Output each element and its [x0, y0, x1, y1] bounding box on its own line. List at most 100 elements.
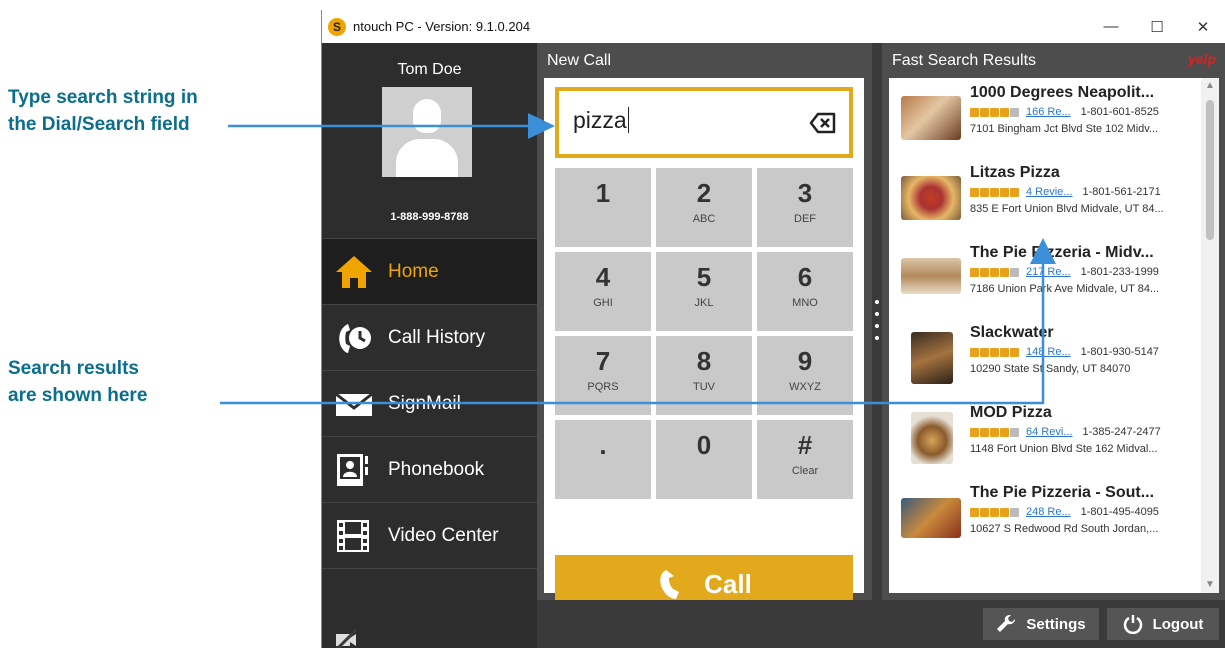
annotation-line: the Dial/Search field: [8, 114, 190, 135]
reviews-link[interactable]: 148 Re...: [1026, 346, 1071, 358]
nav-label: SignMail: [388, 392, 461, 414]
result-name: Slackwater: [970, 324, 1054, 341]
key-hash-clear[interactable]: # Clear: [757, 420, 853, 499]
restaurant-thumbnail: [901, 96, 961, 140]
key-1[interactable]: 1: [555, 168, 651, 247]
film-icon: [334, 516, 376, 556]
yelp-logo: yelp: [1187, 51, 1216, 67]
annotation-line: Type search string in: [8, 87, 198, 108]
result-item[interactable]: The Pie Pizzeria - Midv... 217 Re... 1-80…: [889, 244, 1201, 324]
ntouch-window: S ntouch PC - Version: 9.1.0.204 — ☐ ✕ T…: [321, 10, 1225, 648]
dial-search-value: pizza: [573, 107, 627, 133]
power-icon: [1123, 614, 1143, 635]
nav-label: Call History: [388, 326, 486, 348]
rating-stars: [970, 347, 1020, 357]
key-2[interactable]: 2 ABC: [656, 168, 752, 247]
phonebook-icon: [334, 450, 376, 490]
result-phone: 1-801-495-4095: [1080, 506, 1159, 518]
restaurant-thumbnail: [901, 498, 961, 538]
scroll-down-icon[interactable]: ▼: [1201, 577, 1219, 593]
result-name: Litzas Pizza: [970, 164, 1060, 181]
result-meta: 64 Revi... 1-385-247-2477: [970, 426, 1161, 438]
window-title: ntouch PC - Version: 9.1.0.204: [353, 19, 531, 34]
dial-search-input[interactable]: pizza: [573, 107, 629, 134]
restaurant-thumbnail: [901, 176, 961, 220]
scroll-thumb[interactable]: [1206, 100, 1214, 240]
reviews-link[interactable]: 4 Revie...: [1026, 186, 1072, 198]
result-meta: 148 Re... 1-801-930-5147: [970, 346, 1159, 358]
result-name: MOD Pizza: [970, 404, 1052, 421]
key-8[interactable]: 8 TUV: [656, 336, 752, 415]
dial-search-field[interactable]: pizza: [555, 87, 853, 158]
result-item[interactable]: The Pie Pizzeria - Sout... 248 Re... 1-80…: [889, 484, 1201, 564]
app-logo-icon: S: [328, 17, 346, 36]
profile-name: Tom Doe: [397, 61, 462, 78]
result-name: The Pie Pizzeria - Sout...: [970, 484, 1155, 501]
new-call-title: New Call: [547, 52, 612, 69]
envelope-icon: [334, 384, 376, 424]
nav-label: Video Center: [388, 524, 499, 546]
result-phone: 1-801-601-8525: [1080, 106, 1159, 118]
result-item[interactable]: MOD Pizza 64 Revi... 1-385-247-2477 1148 …: [889, 404, 1201, 484]
results-scrollbar[interactable]: ▲ ▼: [1201, 78, 1219, 593]
rating-stars: [970, 107, 1020, 117]
reviews-link[interactable]: 248 Re...: [1026, 506, 1071, 518]
sidebar: Tom Doe 1-888-999-8788 Home Call History: [322, 43, 537, 648]
video-privacy-icon[interactable]: [334, 628, 358, 648]
profile-phone: 1-888-999-8788: [390, 211, 469, 223]
panel-resize-handle[interactable]: [875, 300, 879, 354]
result-meta: 4 Revie... 1-801-561-2171: [970, 186, 1161, 198]
rating-stars: [970, 267, 1020, 277]
annotation-line: are shown here: [8, 385, 148, 406]
reviews-link[interactable]: 64 Revi...: [1026, 426, 1072, 438]
key-0[interactable]: 0: [656, 420, 752, 499]
key-4[interactable]: 4 GHI: [555, 252, 651, 331]
result-address: 10627 S Redwood Rd South Jordan,...: [970, 523, 1159, 535]
scroll-up-icon[interactable]: ▲: [1201, 78, 1219, 94]
result-meta: 166 Re... 1-801-601-8525: [970, 106, 1159, 118]
restaurant-thumbnail: [911, 332, 953, 384]
results-title: Fast Search Results: [892, 52, 1037, 69]
title-bar: S ntouch PC - Version: 9.1.0.204 — ☐ ✕: [322, 10, 1225, 43]
restaurant-thumbnail: [911, 412, 953, 464]
rating-stars: [970, 507, 1020, 517]
key-6[interactable]: 6 MNO: [757, 252, 853, 331]
nav-item-phonebook[interactable]: Phonebook: [322, 437, 537, 503]
backspace-icon[interactable]: [809, 111, 837, 135]
call-history-icon: [334, 318, 376, 358]
result-item[interactable]: 1000 Degrees Neapolit... 166 Re... 1-801-…: [889, 84, 1201, 164]
nav-item-home[interactable]: Home: [322, 239, 537, 305]
logout-button[interactable]: Logout: [1107, 608, 1219, 640]
key-dot[interactable]: .: [555, 420, 651, 499]
phone-icon: [656, 567, 690, 601]
key-7[interactable]: 7 PQRS: [555, 336, 651, 415]
nav-label: Home: [388, 260, 439, 282]
annotation-type-search: Type search string in the Dial/Search fi…: [8, 84, 198, 138]
result-meta: 248 Re... 1-801-495-4095: [970, 506, 1159, 518]
rating-stars: [970, 427, 1020, 437]
bottom-bar: Settings Logout: [537, 600, 1225, 648]
key-3[interactable]: 3 DEF: [757, 168, 853, 247]
settings-button[interactable]: Settings: [983, 608, 1099, 640]
result-name: The Pie Pizzeria - Midv...: [970, 244, 1154, 261]
result-address: 10290 State St Sandy, UT 84070: [970, 363, 1131, 375]
key-9[interactable]: 9 WXYZ: [757, 336, 853, 415]
close-button[interactable]: ✕: [1180, 10, 1225, 43]
minimize-button[interactable]: —: [1088, 10, 1134, 43]
result-item[interactable]: Litzas Pizza 4 Revie... 1-801-561-2171 83…: [889, 164, 1201, 244]
nav-item-signmail[interactable]: SignMail: [322, 371, 537, 437]
avatar[interactable]: [382, 87, 472, 177]
page: Type search string in the Dial/Search fi…: [0, 0, 1225, 648]
key-5[interactable]: 5 JKL: [656, 252, 752, 331]
reviews-link[interactable]: 217 Re...: [1026, 266, 1071, 278]
nav-item-call-history[interactable]: Call History: [322, 305, 537, 371]
result-name: 1000 Degrees Neapolit...: [970, 84, 1155, 101]
new-call-body: pizza 1 2 ABC 3 DEF 4 GHI 5 JKL 6 MNO 7 PQRS 8…: [544, 78, 864, 613]
nav-item-video-center[interactable]: Video Center: [322, 503, 537, 569]
reviews-link[interactable]: 166 Re...: [1026, 106, 1071, 118]
wrench-icon: [996, 614, 1016, 634]
result-item[interactable]: Slackwater 148 Re... 1-801-930-5147 10290…: [889, 324, 1201, 404]
call-label: Call: [704, 568, 752, 599]
maximize-button[interactable]: ☐: [1134, 10, 1180, 43]
result-phone: 1-385-247-2477: [1082, 426, 1161, 438]
